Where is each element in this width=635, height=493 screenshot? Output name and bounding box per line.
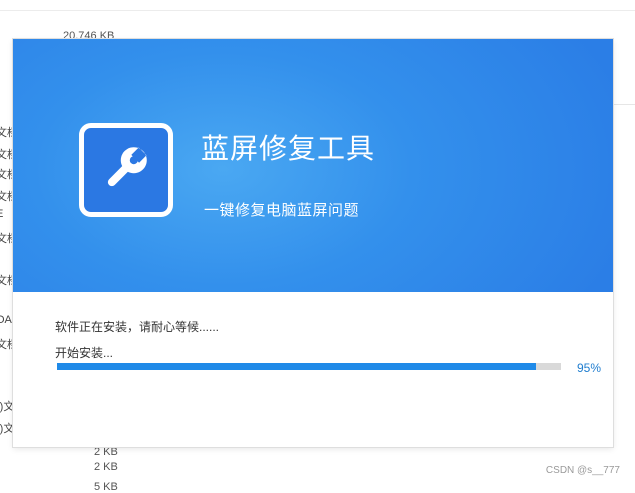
explorer-divider bbox=[0, 10, 635, 11]
file-name-fragment: OA bbox=[0, 314, 12, 326]
app-logo bbox=[79, 123, 173, 217]
file-name-fragment: 文档 bbox=[0, 191, 14, 203]
file-name-fragment: ()文 bbox=[0, 423, 14, 435]
wrench-icon bbox=[98, 140, 154, 201]
installer-window: 蓝屏修复工具 一键修复电脑蓝屏问题 软件正在安装，请耐心等候...... 开始安… bbox=[13, 39, 613, 447]
file-name-fragment: 文档 bbox=[0, 275, 14, 287]
file-name-fragment: ()文 bbox=[0, 401, 14, 413]
installer-banner: 蓝屏修复工具 一键修复电脑蓝屏问题 bbox=[13, 39, 613, 292]
file-size: 5 KB bbox=[94, 481, 118, 493]
file-name-fragment: 文档 bbox=[0, 233, 14, 245]
file-name-fragment: 文档 bbox=[0, 169, 14, 181]
file-name-column: 文档 文档 文档 文档 E 文档 文档 OA 文档 ()文 ()文 bbox=[0, 118, 14, 438]
install-step-label: 开始安装... bbox=[55, 346, 114, 360]
watermark: CSDN @s__777 bbox=[545, 465, 620, 476]
install-progress-fill bbox=[57, 363, 536, 370]
install-progress-percent: 95% bbox=[577, 361, 602, 375]
file-name-fragment: 文档 bbox=[0, 149, 14, 161]
install-progress-bar bbox=[57, 363, 561, 370]
file-size: 2 KB bbox=[94, 461, 118, 473]
app-tagline: 一键修复电脑蓝屏问题 bbox=[204, 202, 360, 219]
explorer-divider bbox=[612, 104, 635, 105]
app-title: 蓝屏修复工具 bbox=[201, 133, 376, 164]
file-name-fragment: 文档 bbox=[0, 339, 14, 351]
file-size: 2 KB bbox=[94, 446, 118, 458]
install-status-message: 软件正在安装，请耐心等候...... bbox=[55, 320, 220, 334]
file-name-fragment: E bbox=[0, 208, 3, 220]
file-name-fragment: 文档 bbox=[0, 127, 14, 139]
